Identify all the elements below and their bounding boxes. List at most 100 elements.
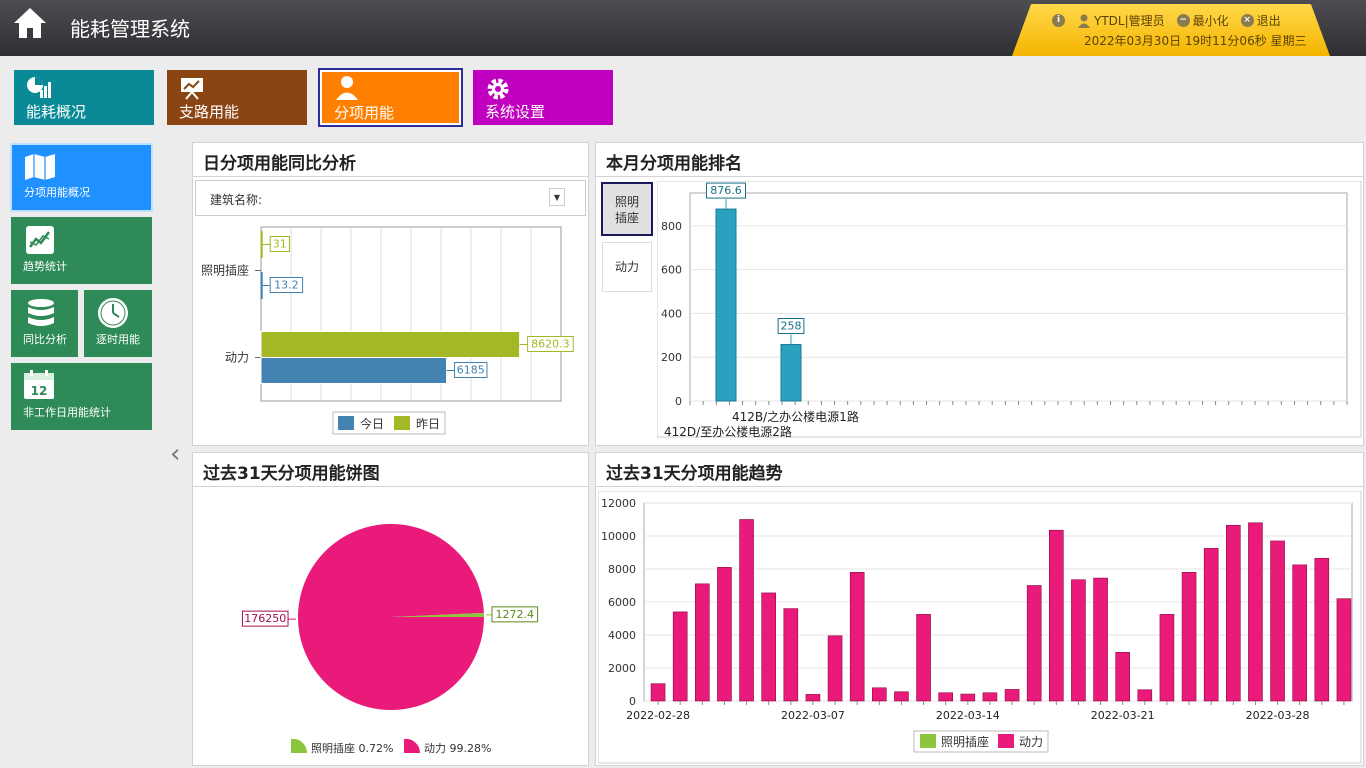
pie-chart-icon xyxy=(27,77,51,98)
y-tick-label: 0 xyxy=(629,695,636,708)
user-info: YTDL|管理员 xyxy=(1077,12,1165,29)
minimize-button[interactable]: − 最小化 xyxy=(1176,12,1229,29)
bar xyxy=(1181,572,1197,702)
panel-trend31: 过去31天分项用能趋势 0 2000 4000 6000 8000 10000 12000 2… xyxy=(595,452,1364,766)
bar xyxy=(695,583,710,702)
legend-label: 照明插座 xyxy=(941,734,989,749)
y-tick-label: 6000 xyxy=(608,596,636,609)
user-icon xyxy=(1078,14,1090,28)
calendar-day: 12 xyxy=(31,384,48,398)
presentation-icon xyxy=(181,78,203,100)
bar xyxy=(1159,614,1175,702)
map-icon xyxy=(25,154,55,180)
nav-settings[interactable]: 系统设置 xyxy=(473,70,613,125)
bar xyxy=(827,635,843,702)
bar xyxy=(1248,522,1263,702)
sidebar-item-hourly[interactable]: 逐时用能 xyxy=(84,290,152,357)
legend-swatch xyxy=(338,416,354,430)
bar xyxy=(761,592,776,702)
bar xyxy=(894,691,909,702)
bar xyxy=(260,357,448,384)
legend-label: 照明插座 0.72% xyxy=(311,741,393,755)
data-label: 876.6 xyxy=(710,184,742,197)
bar xyxy=(717,567,732,702)
nav-subitem[interactable]: 分项用能 xyxy=(318,68,463,127)
collapse-sidebar-icon[interactable]: ‹ xyxy=(170,440,186,470)
bar xyxy=(849,572,865,702)
home-icon[interactable] xyxy=(12,6,48,40)
panel-title: 过去31天分项用能饼图 xyxy=(193,453,588,487)
bar xyxy=(1203,548,1219,702)
sidebar-label: 同比分析 xyxy=(23,333,67,346)
x-tick-label: 412D/至办公楼电源2路 xyxy=(664,424,792,439)
sidebar-item-yoy[interactable]: 同比分析 xyxy=(11,290,78,357)
bar xyxy=(783,608,799,702)
bar xyxy=(1292,564,1307,702)
sidebar-item-trend[interactable]: 趋势统计 xyxy=(11,217,152,284)
bar xyxy=(780,344,802,402)
sidebar-label: 趋势统计 xyxy=(23,260,67,273)
bar xyxy=(872,687,887,702)
minus-icon: − xyxy=(1176,14,1190,27)
bar xyxy=(1137,689,1153,702)
tab-power[interactable]: 动力 xyxy=(602,242,652,292)
building-filter[interactable]: 建筑名称: ▼ xyxy=(195,180,586,216)
data-label: 13.2 xyxy=(274,279,299,292)
legend-label: 昨日 xyxy=(416,417,440,431)
bar xyxy=(260,331,521,358)
bar xyxy=(650,683,666,702)
legend-swatch xyxy=(920,734,936,748)
x-tick-label: 2022-03-14 xyxy=(936,709,1000,722)
logout-button[interactable]: × 退出 xyxy=(1240,12,1281,29)
data-label: 176250 xyxy=(244,612,286,625)
app-header: 能耗管理系统 i YTDL|管理员 − 最小化 × 退出 2022年03月30日… xyxy=(0,0,1366,56)
legend-swatch xyxy=(291,738,308,753)
data-label: 31 xyxy=(273,238,287,251)
tab-lighting[interactable]: 照明插座 xyxy=(601,182,653,236)
bar xyxy=(1336,598,1352,702)
bar xyxy=(260,272,263,299)
bar xyxy=(938,692,953,702)
bar xyxy=(916,614,931,702)
sidebar-label: 分项用能概况 xyxy=(24,186,90,199)
legend-swatch xyxy=(404,738,421,753)
x-tick-label: 412B/之办公楼电源1路 xyxy=(732,409,859,424)
bar xyxy=(1115,652,1130,702)
legend-label: 动力 xyxy=(1019,735,1043,749)
nav-label: 系统设置 xyxy=(485,103,546,121)
bar xyxy=(805,694,821,702)
panel-monthly-rank: 本月分项用能排名 照明插座 动力 0 200 400 600 800 876.6 258 41… xyxy=(595,142,1364,446)
y-tick-label: 400 xyxy=(661,307,682,320)
sidebar-item-overview[interactable]: 分项用能概况 xyxy=(10,143,153,212)
database-icon xyxy=(28,299,54,326)
y-tick-label: 200 xyxy=(661,351,682,364)
bar xyxy=(1004,689,1020,702)
x-tick-label: 2022-03-28 xyxy=(1246,709,1310,722)
info-icon[interactable]: i xyxy=(1052,14,1065,27)
y-tick-label: 8000 xyxy=(608,563,636,576)
close-icon: × xyxy=(1240,14,1254,27)
y-tick-label: 800 xyxy=(661,220,682,233)
data-label: 258 xyxy=(781,320,802,333)
y-tick-label: 10000 xyxy=(601,530,636,543)
nav-label: 能耗概况 xyxy=(26,103,87,121)
daily-compare-chart: 照明插座 31 13.2 动力 8620.3 6185 今日 昨日 xyxy=(201,226,574,435)
y-tick-label: 2000 xyxy=(608,662,636,675)
sidebar-label: 非工作日用能统计 xyxy=(23,406,111,419)
nav-label: 支路用能 xyxy=(179,103,240,121)
data-label: 6185 xyxy=(457,364,485,377)
x-tick-label: 2022-03-21 xyxy=(1091,709,1155,722)
legend-label: 动力 99.28% xyxy=(424,742,491,755)
sidebar-item-nonworkday[interactable]: 12 非工作日用能统计 xyxy=(11,363,152,430)
y-tick-label: 4000 xyxy=(608,629,636,642)
nav-branch[interactable]: 支路用能 xyxy=(167,70,307,125)
app-title: 能耗管理系统 xyxy=(70,17,190,41)
minimize-label: 最小化 xyxy=(1192,14,1229,28)
y-tick-label: 600 xyxy=(661,264,682,277)
bar xyxy=(1093,577,1108,702)
bar xyxy=(260,231,263,258)
bar xyxy=(715,208,737,402)
nav-overview[interactable]: 能耗概况 xyxy=(14,70,154,125)
chevron-down-icon[interactable]: ▼ xyxy=(549,188,565,206)
user-bar: i YTDL|管理员 − 最小化 × 退出 2022年03月30日 19时11分… xyxy=(1012,4,1330,56)
